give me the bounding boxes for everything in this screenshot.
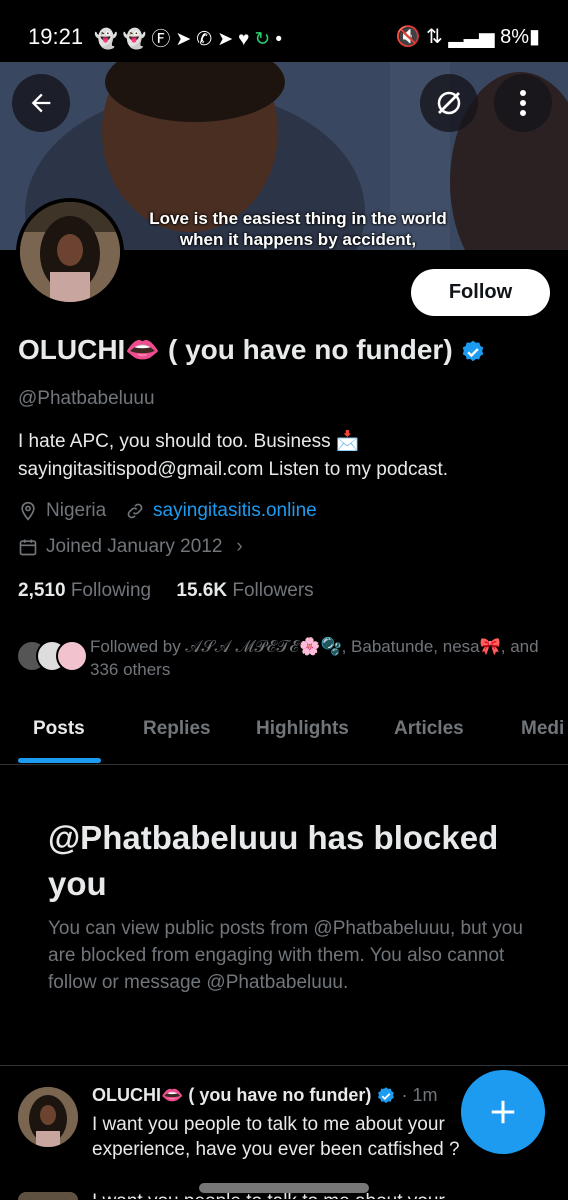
status-bar: 19:21 👻👻Ⓕ➤✆➤♥↻• 🔇 ⇅ ▂▃▅ 8%▮: [0, 0, 568, 62]
grok-button[interactable]: [420, 74, 478, 132]
mute-icon: 🔇: [395, 26, 421, 48]
post-time: · 1m: [401, 1085, 438, 1105]
home-indicator[interactable]: [199, 1183, 369, 1193]
following-link[interactable]: 2,510 Following: [18, 580, 151, 601]
profile-bio: I hate APC, you should too. Business 📩 s…: [18, 431, 449, 480]
profile-avatar[interactable]: [16, 198, 124, 306]
more-vertical-icon: [520, 90, 526, 116]
dot-icon: •: [275, 29, 287, 50]
profile-website[interactable]: sayingitasitis.online: [125, 500, 317, 522]
arrow-left-icon: [31, 93, 51, 113]
system-icons: 🔇 ⇅ ▂▃▅ 8%▮: [396, 24, 540, 49]
sync-icon: ↻: [254, 29, 276, 50]
link-icon: [127, 503, 143, 519]
profile-location: Nigeria: [18, 500, 106, 522]
heart-icon: ♥: [238, 29, 255, 50]
telegram-icon: ➤: [175, 29, 197, 50]
chevron-right-icon: ›: [236, 536, 243, 557]
follow-button[interactable]: Follow: [411, 269, 550, 316]
avatar-photo: [20, 202, 120, 302]
snapchat-icon: 👻: [122, 29, 152, 50]
blocked-title: @Phatbabeluuu has blocked you: [48, 819, 499, 902]
data-icon: ⇅: [426, 26, 443, 48]
verified-badge-icon[interactable]: [460, 339, 486, 365]
tab-highlights[interactable]: Highlights: [256, 718, 349, 740]
facebook-icon: Ⓕ: [151, 29, 176, 50]
followed-by-text[interactable]: Followed by 𝒜𝒮𝒜 ℳ𝒫ℰ𝒯ℰ🌸🫧, Babatunde, nesa…: [90, 635, 560, 681]
followers-link[interactable]: 15.6K Followers: [176, 580, 313, 601]
whatsapp-icon: ✆: [196, 29, 218, 50]
tab-replies[interactable]: Replies: [143, 718, 211, 740]
profile-joined[interactable]: Joined January 2012 ›: [18, 536, 243, 558]
grok-icon: [437, 91, 461, 115]
active-tab-indicator: [18, 758, 101, 763]
blocked-description: You can view public posts from @Phatbabe…: [48, 918, 523, 993]
tab-articles[interactable]: Articles: [394, 718, 464, 740]
compose-button[interactable]: [461, 1070, 545, 1154]
battery-icon: ▮: [528, 26, 540, 48]
profile-stats: 2,510 Following 15.6K Followers: [18, 580, 314, 602]
verified-badge-icon: [378, 1087, 395, 1104]
plus-icon: [491, 1100, 515, 1124]
profile-handle: @Phatbabeluuu: [18, 388, 155, 409]
tab-media[interactable]: Medi: [521, 718, 564, 740]
post-avatar-photo: [18, 1087, 78, 1147]
divider: [0, 1065, 568, 1066]
profile-name: OLUCHI👄 ( you have no funder): [18, 333, 486, 366]
more-options-button[interactable]: [494, 74, 552, 132]
post-text[interactable]: I want you people to talk to me about yo…: [92, 1112, 492, 1162]
signal-icon: ▂▃▅: [448, 26, 495, 48]
battery-percent: 8%: [500, 26, 529, 48]
status-time: 19:21: [28, 24, 84, 49]
tab-posts[interactable]: Posts: [33, 718, 85, 740]
followed-by-avatar-stack: [16, 640, 88, 672]
back-button[interactable]: [12, 74, 70, 132]
notification-icons: 👻👻Ⓕ➤✆➤♥↻•: [94, 24, 287, 51]
profile-tabs: Posts Replies Highlights Articles Medi: [0, 700, 568, 765]
followed-by-avatars[interactable]: [16, 638, 88, 674]
post-avatar[interactable]: [18, 1087, 78, 1147]
telegram-icon: ➤: [217, 29, 239, 50]
snapchat-icon: 👻: [94, 29, 123, 50]
location-pin-icon: [21, 501, 35, 521]
calendar-icon: [19, 539, 37, 556]
post-author[interactable]: OLUCHI👄 ( you have no funder): [92, 1085, 371, 1105]
post-header: OLUCHI👄 ( you have no funder) · 1m: [92, 1085, 437, 1106]
